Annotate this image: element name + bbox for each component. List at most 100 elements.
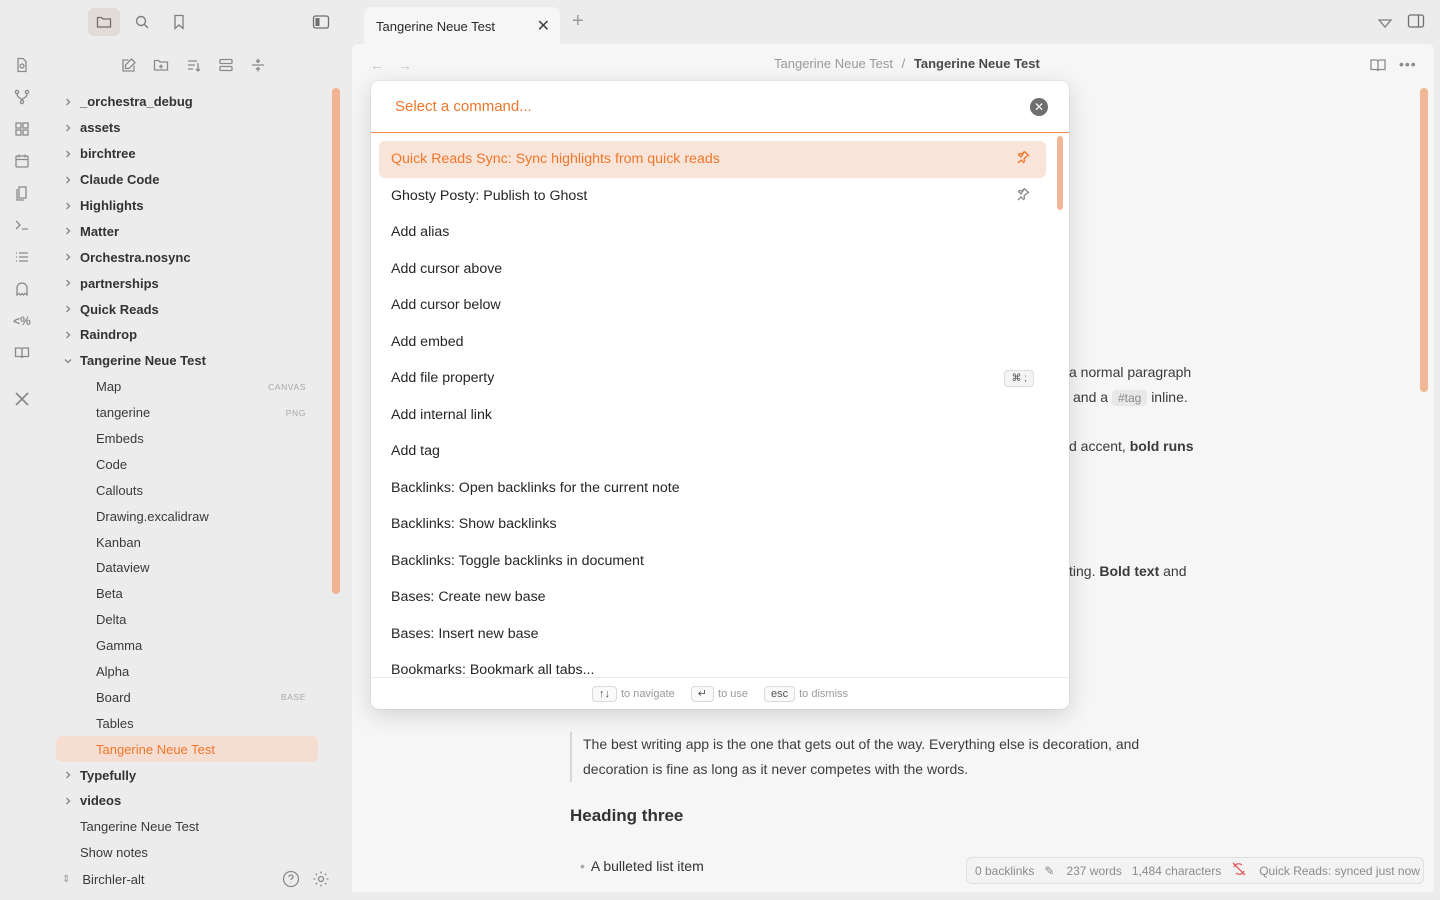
file-tangerine-neue-test[interactable]: Tangerine Neue Test	[56, 736, 318, 763]
breadcrumb-current[interactable]: Tangerine Neue Test	[914, 56, 1040, 71]
chevron-right-icon[interactable]	[63, 218, 73, 244]
chevron-right-icon[interactable]	[63, 296, 73, 322]
folder-highlights[interactable]: Highlights	[56, 193, 318, 219]
status-sync[interactable]: Quick Reads: synced just now	[1259, 864, 1420, 878]
pin-icon[interactable]	[1016, 150, 1030, 168]
sidebar-scrollbar[interactable]	[332, 88, 340, 594]
chevron-right-icon[interactable]	[63, 788, 73, 814]
command-item[interactable]: Backlinks: Toggle backlinks in document	[379, 543, 1046, 580]
command-item[interactable]: Add tag	[379, 433, 1046, 470]
list-icon[interactable]	[12, 247, 32, 267]
file-tangerine-neue-test[interactable]: Tangerine Neue Test	[56, 814, 318, 840]
command-list-scrollbar[interactable]	[1057, 136, 1063, 210]
collapse-all-icon[interactable]	[218, 57, 234, 78]
toggle-right-sidebar-icon[interactable]	[1407, 13, 1425, 34]
folder-claude-code[interactable]: Claude Code	[56, 167, 318, 193]
folder-raindrop[interactable]: Raindrop	[56, 322, 318, 348]
tab-list-dropdown-icon[interactable]	[1377, 16, 1393, 34]
nav-back-icon[interactable]: ←	[370, 57, 384, 73]
file-embeds[interactable]: Embeds	[56, 426, 318, 452]
chevron-right-icon[interactable]	[63, 270, 73, 296]
command-item[interactable]: Bookmarks: Bookmark all tabs...	[379, 652, 1046, 677]
open-quick-switcher-icon[interactable]	[12, 55, 32, 75]
folder-orchestra-debug[interactable]: _orchestra_debug	[56, 89, 318, 115]
folder-quick-reads[interactable]: Quick Reads	[56, 296, 318, 322]
pin-icon[interactable]	[1016, 187, 1030, 205]
file-tangerine[interactable]: tangerine PNG	[56, 400, 318, 426]
folder-matter[interactable]: Matter	[56, 218, 318, 244]
chevron-right-icon[interactable]	[63, 141, 73, 167]
tab-tangerine-neue-test[interactable]: Tangerine Neue Test ✕	[364, 7, 560, 45]
sync-error-icon[interactable]	[1231, 862, 1247, 879]
toggle-sidebar-icon[interactable]	[305, 8, 337, 36]
chevron-right-icon[interactable]	[63, 193, 73, 219]
chevron-right-icon[interactable]	[63, 244, 73, 270]
tools-icon[interactable]	[12, 389, 32, 409]
folder-tangerine-neue-test[interactable]: Tangerine Neue Test	[56, 348, 318, 374]
clear-search-close-icon[interactable]: ✕	[1030, 98, 1048, 116]
file-alpha[interactable]: Alpha	[56, 659, 318, 685]
code-percent-icon[interactable]: <%	[12, 311, 32, 331]
chevron-right-icon[interactable]	[63, 322, 73, 348]
file-gamma[interactable]: Gamma	[56, 633, 318, 659]
editor-scrollbar[interactable]	[1420, 88, 1428, 392]
book-icon[interactable]	[12, 343, 32, 363]
reading-view-book-icon[interactable]	[1370, 58, 1386, 77]
command-item[interactable]: Bases: Insert new base	[379, 616, 1046, 653]
file-code[interactable]: Code	[56, 451, 318, 477]
command-search-input[interactable]	[371, 81, 1069, 132]
ghost-icon[interactable]	[12, 279, 32, 299]
folder-orchestra-nosync[interactable]: Orchestra.nosync	[56, 244, 318, 270]
file-kanban[interactable]: Kanban	[56, 529, 318, 555]
help-icon[interactable]	[282, 870, 300, 893]
file-dataview[interactable]: Dataview	[56, 555, 318, 581]
chevron-down-icon[interactable]	[63, 348, 73, 374]
templates-icon[interactable]	[12, 183, 32, 203]
file-delta[interactable]: Delta	[56, 607, 318, 633]
breadcrumb-parent[interactable]: Tangerine Neue Test	[774, 56, 893, 71]
command-item[interactable]: Quick Reads Sync: Sync highlights from q…	[379, 141, 1046, 178]
inline-tag[interactable]: #tag	[1111, 390, 1148, 406]
folder-partnerships[interactable]: partnerships	[56, 270, 318, 296]
graph-view-icon[interactable]	[12, 87, 32, 107]
file-show-notes[interactable]: Show notes	[56, 840, 318, 866]
chevron-right-icon[interactable]	[63, 167, 73, 193]
search-tab-icon[interactable]	[126, 8, 158, 36]
folder-birchtree[interactable]: birchtree	[56, 141, 318, 167]
file-tables[interactable]: Tables	[56, 710, 318, 736]
command-item[interactable]: Add cursor below	[379, 287, 1046, 324]
close-tab-icon[interactable]: ✕	[537, 16, 550, 36]
command-item[interactable]: Add embed	[379, 324, 1046, 361]
command-item[interactable]: Add alias	[379, 214, 1046, 251]
command-item[interactable]: Backlinks: Show backlinks	[379, 506, 1046, 543]
settings-gear-icon[interactable]	[312, 870, 330, 893]
file-drawing-excalidraw[interactable]: Drawing.excalidraw	[56, 503, 318, 529]
files-tab-folder-icon[interactable]	[88, 8, 120, 36]
command-item[interactable]: Bases: Create new base	[379, 579, 1046, 616]
edit-pencil-icon[interactable]: ✎	[1044, 864, 1054, 878]
calendar-icon[interactable]	[12, 151, 32, 171]
command-item[interactable]: Ghosty Posty: Publish to Ghost	[379, 178, 1046, 215]
new-folder-icon[interactable]	[153, 57, 169, 78]
chevron-right-icon[interactable]	[63, 115, 73, 141]
command-item[interactable]: Add internal link	[379, 397, 1046, 434]
more-options-icon[interactable]: •••	[1399, 56, 1417, 72]
nav-forward-icon[interactable]: →	[398, 57, 412, 73]
bookmarks-tab-icon[interactable]	[163, 8, 195, 36]
folder-assets[interactable]: assets	[56, 115, 318, 141]
command-item[interactable]: Backlinks: Open backlinks for the curren…	[379, 470, 1046, 507]
status-backlinks[interactable]: 0 backlinks	[975, 864, 1034, 878]
command-item[interactable]: Add file property ⌘ ;	[379, 360, 1046, 397]
file-map[interactable]: Map CANVAS	[56, 374, 318, 400]
canvas-icon[interactable]	[12, 119, 32, 139]
new-note-icon[interactable]	[121, 57, 137, 78]
sort-icon[interactable]	[186, 57, 202, 78]
chevron-right-icon[interactable]	[63, 89, 73, 115]
folder-typefully[interactable]: Typefully	[56, 762, 318, 788]
folder-videos[interactable]: videos	[56, 788, 318, 814]
new-tab-plus-icon[interactable]: +	[572, 10, 584, 33]
terminal-icon[interactable]	[12, 215, 32, 235]
file-callouts[interactable]: Callouts	[56, 477, 318, 503]
file-board[interactable]: Board BASE	[56, 684, 318, 710]
file-beta[interactable]: Beta	[56, 581, 318, 607]
